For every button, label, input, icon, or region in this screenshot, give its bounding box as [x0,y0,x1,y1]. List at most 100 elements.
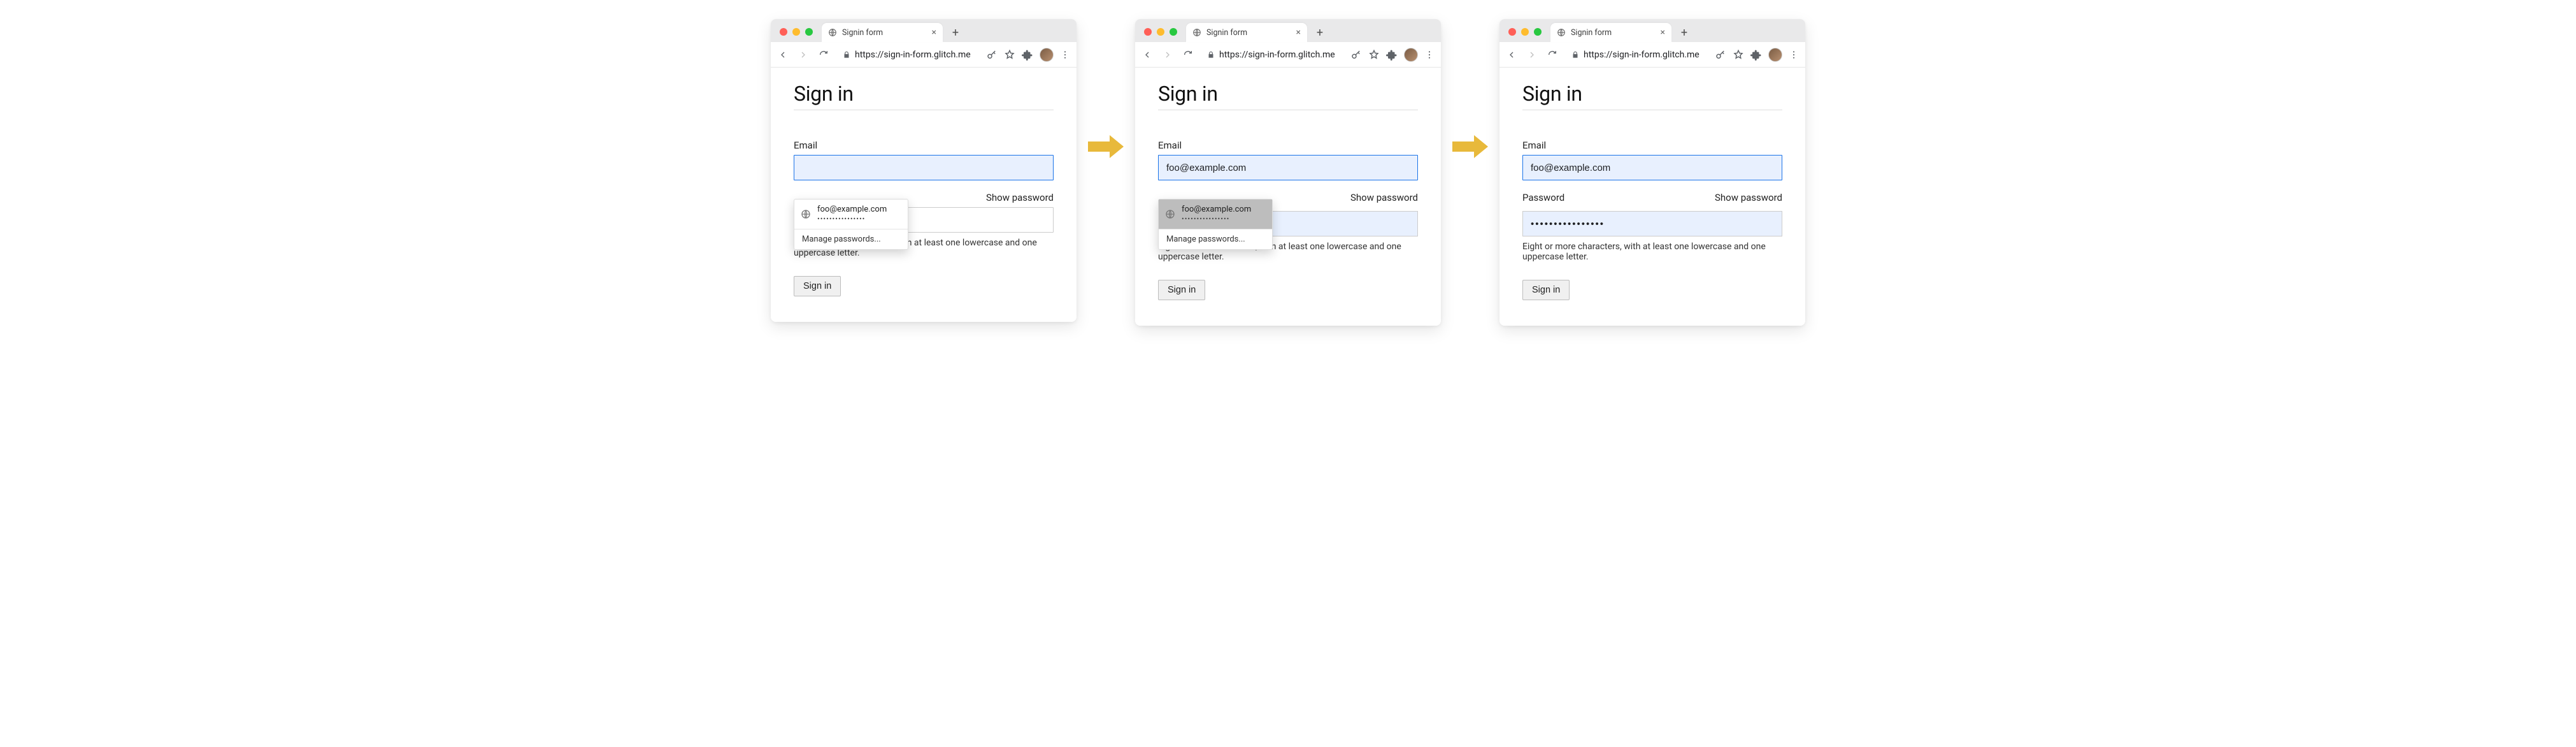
address-bar[interactable]: https://sign-in-form.glitch.me [837,47,980,62]
browser-tab[interactable]: Signin form × [1550,23,1671,42]
autofill-dropdown: foo@example.com •••••••••••••••• Manage … [1158,199,1273,250]
window-controls [1505,28,1547,42]
toolbar-actions [986,48,1071,62]
manage-passwords-link[interactable]: Manage passwords... [794,229,908,249]
titlebar: Signin form × + [771,19,1077,42]
autofill-suggestion[interactable]: foo@example.com •••••••••••••••• [1159,199,1272,229]
extensions-icon[interactable] [1750,49,1762,61]
menu-icon[interactable] [1424,50,1436,60]
reload-button[interactable] [1545,48,1559,62]
window-controls [776,28,818,42]
back-button[interactable] [1505,48,1519,62]
forward-button [796,48,810,62]
autofill-email: foo@example.com [1182,205,1251,215]
show-password-toggle[interactable]: Show password [1715,192,1782,203]
autofill-suggestion[interactable]: foo@example.com •••••••••••••••• [794,199,908,229]
signin-button[interactable]: Sign in [794,276,841,296]
close-window-icon[interactable] [1508,28,1516,36]
page-heading: Sign in [1158,82,1418,106]
signin-button[interactable]: Sign in [1522,280,1570,300]
window-controls [1140,28,1182,42]
page-content: Sign in Email foo@example.com ••••••••••… [771,68,1077,315]
url-text: https://sign-in-form.glitch.me [1219,50,1339,60]
email-input[interactable] [1158,155,1418,180]
close-tab-icon[interactable]: × [1296,28,1301,37]
star-icon[interactable] [1733,49,1744,61]
close-window-icon[interactable] [780,28,787,36]
toolbar-actions [1715,48,1800,62]
page-heading: Sign in [794,82,1054,106]
reload-button[interactable] [817,48,831,62]
extensions-icon[interactable] [1386,49,1398,61]
minimize-window-icon[interactable] [1521,28,1529,36]
address-bar[interactable]: https://sign-in-form.glitch.me [1201,47,1344,62]
email-label: Email [1522,140,1782,151]
browser-tab[interactable]: Signin form × [1186,23,1307,42]
back-button[interactable] [776,48,790,62]
globe-icon [1192,28,1201,37]
menu-icon[interactable] [1060,50,1071,60]
autofill-dropdown: foo@example.com •••••••••••••••• Manage … [794,199,908,250]
tab-title: Signin form [1571,28,1656,38]
page-heading: Sign in [1522,82,1782,106]
forward-button [1161,48,1175,62]
globe-icon [1165,209,1175,219]
manage-passwords-link[interactable]: Manage passwords... [1159,229,1272,249]
lock-icon [842,50,851,59]
password-input[interactable] [1522,211,1782,236]
new-tab-button[interactable]: + [1311,24,1329,41]
key-icon[interactable] [1715,49,1726,61]
titlebar: Signin form × + [1135,19,1441,42]
profile-avatar[interactable] [1040,48,1054,62]
key-icon[interactable] [986,49,998,61]
maximize-window-icon[interactable] [805,28,813,36]
page-content: Sign in Email Password Show password Eig… [1499,68,1805,319]
email-input[interactable] [794,155,1054,180]
profile-avatar[interactable] [1404,48,1418,62]
forward-button [1525,48,1539,62]
extensions-icon[interactable] [1022,49,1033,61]
url-text: https://sign-in-form.glitch.me [1584,50,1703,60]
new-tab-button[interactable]: + [947,24,964,41]
show-password-toggle[interactable]: Show password [986,192,1054,203]
show-password-toggle[interactable]: Show password [1350,192,1418,203]
toolbar: https://sign-in-form.glitch.me [771,42,1077,68]
arrow-icon [1452,134,1488,159]
signin-button[interactable]: Sign in [1158,280,1205,300]
reload-button[interactable] [1181,48,1195,62]
browser-window-1: Signin form × + https://sign-in-form.gli… [771,19,1077,322]
address-bar[interactable]: https://sign-in-form.glitch.me [1566,47,1708,62]
minimize-window-icon[interactable] [792,28,800,36]
browser-tab[interactable]: Signin form × [822,23,943,42]
arrow-icon [1088,134,1124,159]
star-icon[interactable] [1004,49,1015,61]
close-tab-icon[interactable]: × [1661,28,1665,37]
close-tab-icon[interactable]: × [932,28,936,37]
tab-title: Signin form [842,28,927,38]
key-icon[interactable] [1350,49,1362,61]
profile-avatar[interactable] [1768,48,1782,62]
page-content: Sign in Email foo@example.com ••••••••••… [1135,68,1441,319]
url-text: https://sign-in-form.glitch.me [855,50,975,60]
minimize-window-icon[interactable] [1157,28,1164,36]
lock-icon [1571,50,1580,59]
close-window-icon[interactable] [1144,28,1152,36]
browser-window-2: Signin form × + https://sign-in-form.gli… [1135,19,1441,326]
menu-icon[interactable] [1789,50,1800,60]
email-label: Email [794,140,1054,151]
password-label: Password [1522,192,1564,203]
email-input[interactable] [1522,155,1782,180]
email-label: Email [1158,140,1418,151]
password-hint: Eight or more characters, with at least … [1522,242,1782,262]
toolbar: https://sign-in-form.glitch.me [1499,42,1805,68]
new-tab-button[interactable]: + [1675,24,1693,41]
titlebar: Signin form × + [1499,19,1805,42]
star-icon[interactable] [1368,49,1380,61]
maximize-window-icon[interactable] [1170,28,1177,36]
globe-icon [801,209,811,219]
toolbar: https://sign-in-form.glitch.me [1135,42,1441,68]
maximize-window-icon[interactable] [1534,28,1542,36]
back-button[interactable] [1140,48,1154,62]
globe-icon [828,28,837,37]
globe-icon [1557,28,1566,37]
